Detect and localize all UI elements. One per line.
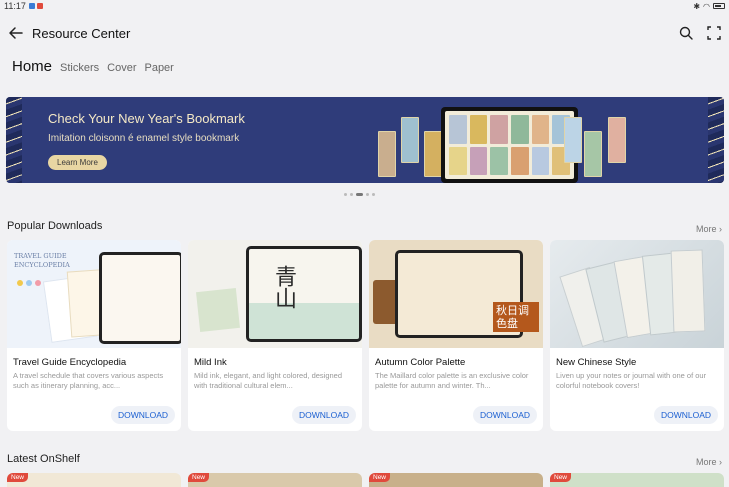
latest-more-link[interactable]: More › — [696, 457, 722, 467]
learn-more-button[interactable]: Learn More — [48, 155, 107, 170]
new-badge: New — [369, 473, 391, 482]
resource-card[interactable]: 青山 Mild Ink Mild ink, elegant, and light… — [188, 240, 362, 431]
resource-card[interactable]: TRAVEL GUIDE ENCYCLOPEDIA Travel Guide E… — [7, 240, 181, 431]
resource-card[interactable]: 秋日调色盘 Autumn Color Palette The Maillard … — [369, 240, 543, 431]
battery-icon — [713, 3, 725, 9]
more-label: More — [695, 457, 717, 467]
tab-home[interactable]: Home — [12, 58, 52, 75]
tab-stickers[interactable]: Stickers — [60, 62, 99, 74]
back-arrow-icon[interactable] — [8, 25, 24, 41]
card-title: Travel Guide Encyclopedia — [13, 357, 127, 368]
carousel-dot[interactable] — [366, 193, 369, 196]
thumb-caption: 秋日调色盘 — [493, 302, 539, 332]
card-thumbnail: 青山 — [188, 240, 362, 348]
bookmark-image — [424, 131, 442, 177]
app-header: Resource Center — [0, 18, 729, 48]
section-title-popular: Popular Downloads — [7, 220, 103, 232]
status-time: 11:17 — [4, 1, 26, 11]
bookmark-image — [564, 117, 582, 163]
card-description: A travel schedule that covers various as… — [13, 371, 164, 390]
status-bar: 11:17 ✱ ◠ — [0, 0, 729, 12]
tablet-image — [441, 107, 578, 183]
card-thumbnail: 秋日调色盘 — [369, 240, 543, 348]
tab-cover[interactable]: Cover — [107, 62, 136, 74]
latest-card[interactable]: New — [369, 473, 543, 487]
notification-icon — [36, 3, 43, 9]
more-label: More — [695, 224, 717, 234]
bookmark-image — [584, 131, 602, 177]
wifi-icon: ◠ — [703, 1, 710, 11]
fullscreen-icon[interactable] — [707, 26, 721, 40]
popular-more-link[interactable]: More › — [696, 224, 722, 234]
banner-pattern-left — [6, 97, 22, 183]
new-badge: New — [550, 473, 572, 482]
page-title: Resource Center — [32, 25, 131, 41]
tab-paper[interactable]: Paper — [144, 62, 173, 74]
color-swatches — [17, 280, 41, 286]
banner-pattern-right — [708, 97, 724, 183]
card-title: New Chinese Style — [556, 357, 637, 368]
notification-icon — [28, 3, 35, 9]
bookmark-image — [378, 131, 396, 177]
download-button[interactable]: DOWNLOAD — [110, 406, 175, 424]
download-button[interactable]: DOWNLOAD — [653, 406, 718, 424]
banner-subtitle: Imitation cloisonn é enamel style bookma… — [48, 133, 240, 144]
search-icon[interactable] — [679, 26, 693, 40]
card-description: Liven up your notes or journal with one … — [556, 371, 707, 390]
card-thumbnail: TRAVEL GUIDE ENCYCLOPEDIA — [7, 240, 181, 348]
carousel-dot[interactable] — [350, 193, 353, 196]
latest-card[interactable]: New — [550, 473, 724, 487]
section-title-latest: Latest OnShelf — [7, 453, 80, 465]
card-title: Mild Ink — [194, 357, 227, 368]
carousel-indicator — [344, 193, 375, 196]
card-thumbnail — [550, 240, 724, 348]
carousel-dot-active[interactable] — [356, 193, 363, 196]
download-button[interactable]: DOWNLOAD — [291, 406, 356, 424]
thumb-caption: TRAVEL GUIDE ENCYCLOPEDIA — [14, 252, 70, 269]
card-title: Autumn Color Palette — [375, 357, 466, 368]
resource-card[interactable]: New Chinese Style Liven up your notes or… — [550, 240, 724, 431]
download-button[interactable]: DOWNLOAD — [472, 406, 537, 424]
banner-title: Check Your New Year's Bookmark — [48, 111, 245, 126]
carousel-dot[interactable] — [372, 193, 375, 196]
category-tabs: Home Stickers Cover Paper — [12, 58, 174, 75]
bluetooth-icon: ✱ — [693, 1, 701, 11]
latest-card[interactable]: New — [188, 473, 362, 487]
new-badge: New — [188, 473, 210, 482]
thumb-caption: 青山 — [271, 265, 296, 309]
status-icons: ✱ ◠ — [693, 2, 725, 11]
bookmark-image — [401, 117, 419, 163]
bookmark-image — [608, 117, 626, 163]
card-description: The Maillard color palette is an exclusi… — [375, 371, 529, 390]
latest-card[interactable]: New — [7, 473, 181, 487]
card-description: Mild ink, elegant, and light colored, de… — [194, 371, 343, 390]
new-badge: New — [7, 473, 29, 482]
carousel-dot[interactable] — [344, 193, 347, 196]
promo-banner[interactable]: Check Your New Year's Bookmark Imitation… — [6, 97, 724, 183]
